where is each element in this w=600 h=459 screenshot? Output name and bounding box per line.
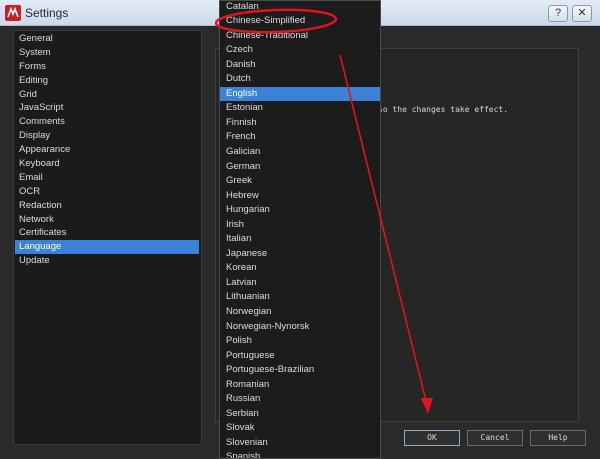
language-dropdown-list[interactable]: Catalan Chinese-Simplified Chinese-Traditi… xyxy=(219,0,381,459)
language-option-dutch[interactable]: Dutch xyxy=(220,72,380,87)
language-option-norwegian-nynorsk[interactable]: Norwegian-Nynorsk xyxy=(220,320,380,335)
language-option-slovak[interactable]: Slovak xyxy=(220,421,380,436)
close-window-button[interactable]: ✕ xyxy=(572,5,592,22)
language-option-galician[interactable]: Galician xyxy=(220,145,380,160)
ok-button[interactable]: OK xyxy=(404,430,460,446)
language-option-catalan[interactable]: Catalan xyxy=(220,1,380,14)
language-option-greek[interactable]: Greek xyxy=(220,174,380,189)
sidebar-item-grid[interactable]: Grid xyxy=(15,88,199,102)
help-button[interactable]: Help xyxy=(530,430,586,446)
language-option-romanian[interactable]: Romanian xyxy=(220,378,380,393)
language-option-spanish[interactable]: Spanish xyxy=(220,450,380,458)
language-option-chinese-simplified[interactable]: Chinese-Simplified xyxy=(220,14,380,29)
language-option-lithuanian[interactable]: Lithuanian xyxy=(220,290,380,305)
sidebar-item-language[interactable]: Language xyxy=(15,240,199,255)
language-option-slovenian[interactable]: Slovenian xyxy=(220,436,380,451)
help-window-button[interactable]: ? xyxy=(548,5,568,22)
language-option-czech[interactable]: Czech xyxy=(220,43,380,58)
language-option-russian[interactable]: Russian xyxy=(220,392,380,407)
language-option-finnish[interactable]: Finnish xyxy=(220,116,380,131)
cancel-button[interactable]: Cancel xyxy=(467,430,523,446)
language-option-french[interactable]: French xyxy=(220,130,380,145)
language-option-portuguese-brazilian[interactable]: Portuguese-Brazilian xyxy=(220,363,380,378)
sidebar-item-display[interactable]: Display xyxy=(15,129,199,143)
sidebar-item-forms[interactable]: Forms xyxy=(15,60,199,74)
language-option-latvian[interactable]: Latvian xyxy=(220,276,380,291)
sidebar-item-email[interactable]: Email xyxy=(15,171,199,185)
language-option-german[interactable]: German xyxy=(220,160,380,175)
sidebar-item-redaction[interactable]: Redaction xyxy=(15,199,199,213)
window-title: Settings xyxy=(25,6,69,20)
sidebar-item-certificates[interactable]: Certificates xyxy=(15,226,199,240)
language-option-norwegian[interactable]: Norwegian xyxy=(220,305,380,320)
language-option-irish[interactable]: Irish xyxy=(220,218,380,233)
language-option-italian[interactable]: Italian xyxy=(220,232,380,247)
app-logo-icon xyxy=(5,5,21,21)
language-option-portuguese[interactable]: Portuguese xyxy=(220,349,380,364)
sidebar-item-update[interactable]: Update xyxy=(15,254,199,268)
language-option-japanese[interactable]: Japanese xyxy=(220,247,380,262)
settings-category-list: General System Forms Editing Grid JavaScript C… xyxy=(13,30,202,445)
sidebar-item-general[interactable]: General xyxy=(15,32,199,46)
sidebar-item-javascript[interactable]: JavaScript xyxy=(15,101,199,115)
sidebar-item-editing[interactable]: Editing xyxy=(15,74,199,88)
sidebar-item-comments[interactable]: Comments xyxy=(15,115,199,129)
sidebar-item-system[interactable]: System xyxy=(15,46,199,60)
language-option-hungarian[interactable]: Hungarian xyxy=(220,203,380,218)
sidebar-item-appearance[interactable]: Appearance xyxy=(15,143,199,157)
sidebar-item-network[interactable]: Network xyxy=(15,213,199,227)
sidebar-item-ocr[interactable]: OCR xyxy=(15,185,199,199)
language-option-english[interactable]: English xyxy=(220,86,380,102)
language-option-estonian[interactable]: Estonian xyxy=(220,101,380,116)
language-option-danish[interactable]: Danish xyxy=(220,58,380,73)
language-option-hebrew[interactable]: Hebrew xyxy=(220,189,380,204)
restart-note: so the changes take effect. xyxy=(378,105,509,114)
sidebar-item-keyboard[interactable]: Keyboard xyxy=(15,157,199,171)
language-option-serbian[interactable]: Serbian xyxy=(220,407,380,422)
language-option-chinese-traditional[interactable]: Chinese-Traditional xyxy=(220,29,380,44)
language-option-polish[interactable]: Polish xyxy=(220,334,380,349)
language-option-korean[interactable]: Korean xyxy=(220,261,380,276)
